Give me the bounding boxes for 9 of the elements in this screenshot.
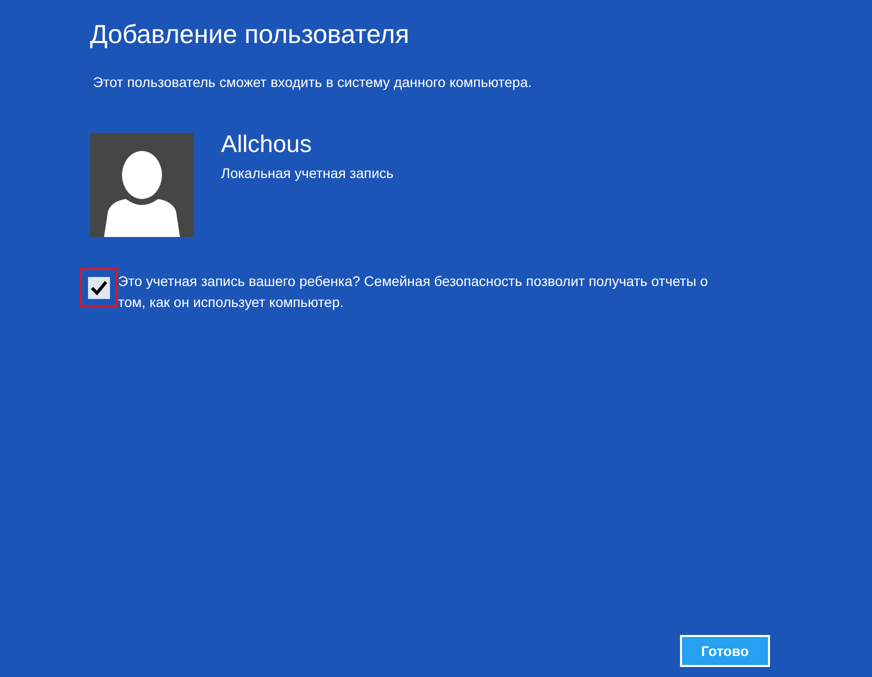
checkbox[interactable] xyxy=(88,276,110,298)
checkmark-icon xyxy=(90,280,108,296)
account-name: Allchous xyxy=(221,131,312,159)
page-title: Добавление пользователя xyxy=(90,18,410,50)
checkbox-label: Это учетная запись вашего ребенка? Семейная безопасность позволит получать отчеты о том, как он использует компьютер. xyxy=(118,272,709,312)
subtitle: Этот пользователь сможет входить в систему данного компьютера. xyxy=(93,73,532,92)
account-type: Локальная учетная запись xyxy=(221,164,394,183)
done-button[interactable]: Готово xyxy=(680,635,770,667)
avatar-icon xyxy=(90,133,194,237)
